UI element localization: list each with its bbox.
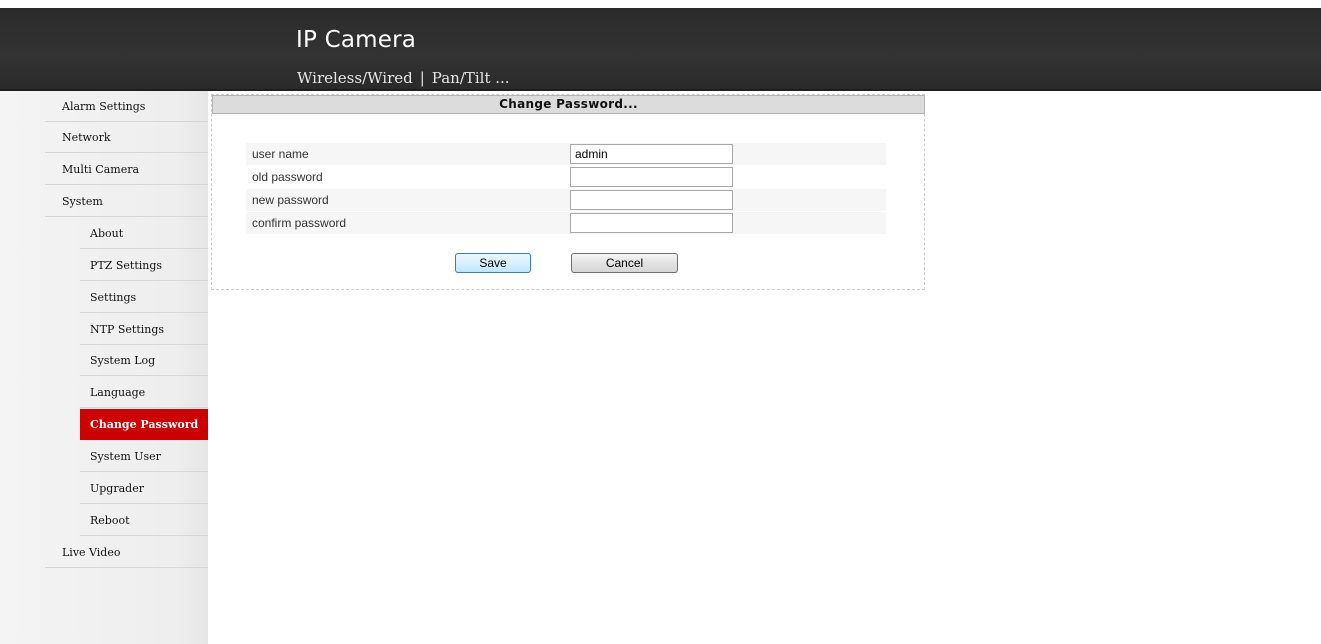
sidebar-subitem-reboot[interactable]: Reboot bbox=[80, 505, 208, 536]
sidebar-subitem-ntp-settings[interactable]: NTP Settings bbox=[80, 314, 208, 345]
form-row-user-name: user name bbox=[246, 143, 886, 165]
sidebar-subitem-settings[interactable]: Settings bbox=[80, 282, 208, 313]
cancel-button[interactable]: Cancel bbox=[571, 253, 678, 273]
subtitle-features: Pan/Tilt ... bbox=[431, 69, 510, 87]
form-row-new-password: new password bbox=[246, 189, 886, 211]
form-row-old-password: old password bbox=[246, 166, 886, 188]
sidebar-item-network[interactable]: Network bbox=[45, 122, 208, 153]
panel-title: Change Password... bbox=[212, 95, 925, 114]
sidebar-item-system[interactable]: System bbox=[45, 186, 208, 217]
subtitle-separator: | bbox=[419, 69, 425, 87]
form-row-confirm-password: confirm password bbox=[246, 212, 886, 234]
sidebar-subitem-language[interactable]: Language bbox=[80, 377, 208, 408]
header-bar bbox=[0, 8, 1321, 89]
page: IP Camera Wireless/Wired | Pan/Tilt ... Al… bbox=[0, 0, 1321, 644]
sidebar-subitem-ptz-settings[interactable]: PTZ Settings bbox=[80, 250, 208, 281]
confirm-password-label: confirm password bbox=[252, 216, 347, 230]
app-subtitle: Wireless/Wired | Pan/Tilt ... bbox=[297, 69, 510, 87]
user-name-label: user name bbox=[252, 147, 309, 161]
sidebar-subitem-change-password[interactable]: Change Password bbox=[80, 409, 208, 440]
confirm-password-input[interactable] bbox=[570, 213, 733, 233]
sidebar-item-alarm-settings[interactable]: Alarm Settings bbox=[45, 91, 208, 122]
old-password-input[interactable] bbox=[570, 167, 733, 187]
old-password-label: old password bbox=[252, 170, 323, 184]
new-password-label: new password bbox=[252, 193, 329, 207]
sidebar-subitem-about[interactable]: About bbox=[80, 218, 208, 249]
sidebar-subitem-upgrader[interactable]: Upgrader bbox=[80, 473, 208, 504]
new-password-input[interactable] bbox=[570, 190, 733, 210]
user-name-input[interactable] bbox=[570, 144, 733, 164]
save-button[interactable]: Save bbox=[455, 253, 531, 273]
app-title: IP Camera bbox=[296, 27, 417, 53]
sidebar-item-multi-camera[interactable]: Multi Camera bbox=[45, 154, 208, 185]
sidebar-item-live-video[interactable]: Live Video bbox=[45, 537, 208, 568]
subtitle-connection: Wireless/Wired bbox=[297, 69, 413, 87]
sidebar-subitem-system-user[interactable]: System User bbox=[80, 441, 208, 472]
sidebar-subitem-system-log[interactable]: System Log bbox=[80, 345, 208, 376]
